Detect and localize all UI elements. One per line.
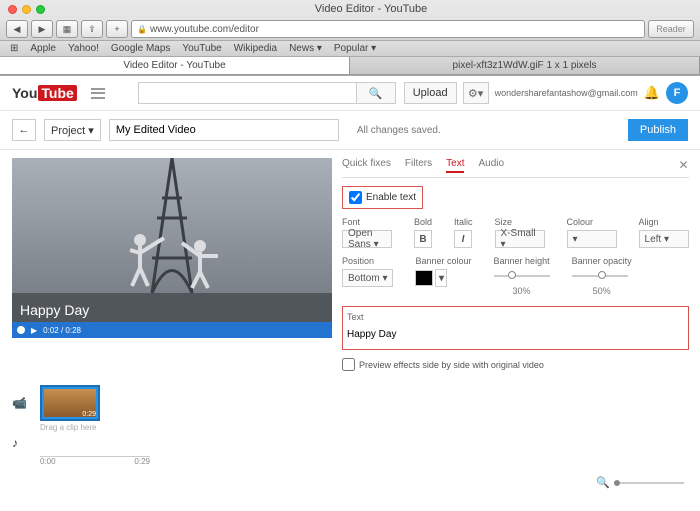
bookmark-item[interactable]: Google Maps bbox=[111, 43, 170, 54]
banner-height-value: 30% bbox=[494, 286, 550, 296]
nav-share-icon[interactable]: ⇪ bbox=[81, 20, 103, 38]
project-bar: ← Project ▾ All changes saved. Publish bbox=[0, 111, 700, 150]
timeline: 📹 0:29 Drag a clip here ♪ 0:00 0:29 bbox=[0, 379, 700, 472]
playhead[interactable] bbox=[17, 326, 25, 334]
project-dropdown[interactable]: Project ▾ bbox=[44, 119, 101, 141]
window-close[interactable] bbox=[8, 5, 17, 14]
search-input[interactable] bbox=[138, 82, 356, 104]
clip-duration: 0:29 bbox=[82, 411, 96, 418]
colour-label: Colour bbox=[567, 217, 617, 227]
tab-quick-fixes[interactable]: Quick fixes bbox=[342, 158, 391, 173]
nav-add-icon[interactable]: + bbox=[106, 20, 128, 38]
youtube-header: YouTube 🔍 Upload ⚙ ▾ wondersharefantasho… bbox=[0, 76, 700, 111]
window-maximize[interactable] bbox=[36, 5, 45, 14]
nav-forward[interactable]: ▶ bbox=[31, 20, 53, 38]
effects-panel: Quick fixes Filters Text Audio ✕ Enable … bbox=[342, 158, 689, 371]
account-email[interactable]: wondersharefantashow@gmail.com bbox=[495, 88, 638, 98]
time-display: 0:02 / 0:28 bbox=[43, 326, 81, 335]
enable-text-toggle[interactable]: Enable text bbox=[342, 186, 423, 209]
play-icon[interactable]: ▶ bbox=[31, 326, 37, 335]
bold-label: Bold bbox=[414, 217, 432, 227]
enable-text-checkbox[interactable] bbox=[349, 191, 362, 204]
zoom-icon: 🔍 bbox=[596, 476, 610, 489]
window-minimize[interactable] bbox=[22, 5, 31, 14]
position-dropdown[interactable]: Bottom ▾ bbox=[342, 269, 393, 287]
size-label: Size bbox=[495, 217, 545, 227]
italic-button[interactable]: I bbox=[454, 230, 472, 248]
font-dropdown[interactable]: Open Sans ▾ bbox=[342, 230, 392, 248]
text-input-wrap: Text bbox=[342, 306, 689, 350]
align-label: Align bbox=[639, 217, 689, 227]
zoom-control: 🔍 bbox=[0, 472, 700, 493]
bookmark-item[interactable]: Yahoo! bbox=[68, 43, 99, 54]
tab-filters[interactable]: Filters bbox=[405, 158, 432, 173]
banner-height-slider[interactable] bbox=[494, 269, 550, 283]
italic-label: Italic bbox=[454, 217, 473, 227]
avatar[interactable]: F bbox=[666, 82, 688, 104]
video-preview[interactable]: Happy Day ▶ 0:02 / 0:28 bbox=[12, 158, 332, 338]
tab-text[interactable]: Text bbox=[446, 158, 464, 173]
tab-audio[interactable]: Audio bbox=[478, 158, 504, 173]
gear-icon: ⚙ bbox=[468, 87, 478, 100]
browser-tab[interactable]: Video Editor - YouTube bbox=[0, 57, 350, 74]
bell-icon[interactable]: 🔔 bbox=[644, 85, 660, 101]
url-text: www.youtube.com/editor bbox=[150, 24, 259, 35]
reader-button[interactable]: Reader bbox=[648, 20, 694, 38]
banner-colour-swatch[interactable] bbox=[415, 270, 433, 286]
colour-dropdown[interactable]: ▾ bbox=[567, 230, 617, 248]
banner-height-label: Banner height bbox=[494, 256, 550, 266]
menu-icon[interactable] bbox=[91, 88, 105, 99]
zoom-slider[interactable] bbox=[614, 482, 684, 484]
settings-button[interactable]: ⚙ ▾ bbox=[463, 82, 489, 104]
banner-opacity-slider[interactable] bbox=[572, 269, 628, 283]
bookmark-item[interactable]: News ▾ bbox=[289, 43, 322, 54]
size-dropdown[interactable]: X-Small ▾ bbox=[495, 230, 545, 248]
upload-button[interactable]: Upload bbox=[404, 82, 457, 104]
close-icon[interactable]: ✕ bbox=[678, 158, 688, 173]
side-by-side-checkbox[interactable] bbox=[342, 358, 355, 371]
nav-bookmarks-icon[interactable]: ▦ bbox=[56, 20, 78, 38]
video-controls: ▶ 0:02 / 0:28 bbox=[12, 322, 332, 338]
banner-colour-label: Banner colour bbox=[415, 256, 471, 266]
timeline-clip[interactable]: 0:29 bbox=[40, 385, 100, 421]
window-title: Video Editor - YouTube bbox=[50, 3, 692, 15]
align-dropdown[interactable]: Left ▾ bbox=[639, 230, 689, 248]
timeline-ruler: 0:00 0:29 bbox=[40, 456, 150, 466]
search-icon: 🔍 bbox=[369, 87, 383, 100]
back-button[interactable]: ← bbox=[12, 119, 36, 141]
timeline-caption: Drag a clip here bbox=[40, 423, 688, 432]
lock-icon: 🔒 bbox=[137, 25, 147, 34]
audio-track-icon: ♪ bbox=[12, 436, 30, 450]
publish-button[interactable]: Publish bbox=[628, 119, 688, 141]
save-status: All changes saved. bbox=[357, 125, 441, 136]
banner-opacity-value: 50% bbox=[572, 286, 632, 296]
project-title-input[interactable] bbox=[109, 119, 339, 141]
bookmark-grid-icon[interactable]: ⊞ bbox=[10, 43, 18, 54]
font-label: Font bbox=[342, 217, 392, 227]
banner-opacity-label: Banner opacity bbox=[572, 256, 632, 266]
video-track-icon: 📹 bbox=[12, 396, 30, 410]
search-button[interactable]: 🔍 bbox=[356, 82, 396, 104]
bookmark-item[interactable]: YouTube bbox=[182, 43, 221, 54]
browser-chrome: Video Editor - YouTube ◀ ▶ ▦ ⇪ + 🔒 www.y… bbox=[0, 0, 700, 76]
banner-colour-caret[interactable]: ▾ bbox=[435, 269, 447, 287]
text-label: Text bbox=[347, 312, 364, 322]
bookmark-item[interactable]: Popular ▾ bbox=[334, 43, 376, 54]
bookmark-item[interactable]: Apple bbox=[30, 43, 56, 54]
bookmark-item[interactable]: Wikipedia bbox=[234, 43, 277, 54]
bold-button[interactable]: B bbox=[414, 230, 432, 248]
position-label: Position bbox=[342, 256, 393, 266]
side-by-side-label: Preview effects side by side with origin… bbox=[359, 360, 544, 370]
nav-back[interactable]: ◀ bbox=[6, 20, 28, 38]
bookmark-bar: ⊞ Apple Yahoo! Google Maps YouTube Wikip… bbox=[0, 41, 700, 57]
youtube-logo[interactable]: YouTube bbox=[12, 85, 77, 101]
preview-text-overlay: Happy Day bbox=[20, 302, 89, 318]
browser-tab[interactable]: pixel-xft3z1WdW.giF 1 x 1 pixels bbox=[350, 57, 700, 74]
overlay-text-input[interactable] bbox=[347, 323, 684, 345]
url-bar[interactable]: 🔒 www.youtube.com/editor bbox=[131, 20, 645, 38]
